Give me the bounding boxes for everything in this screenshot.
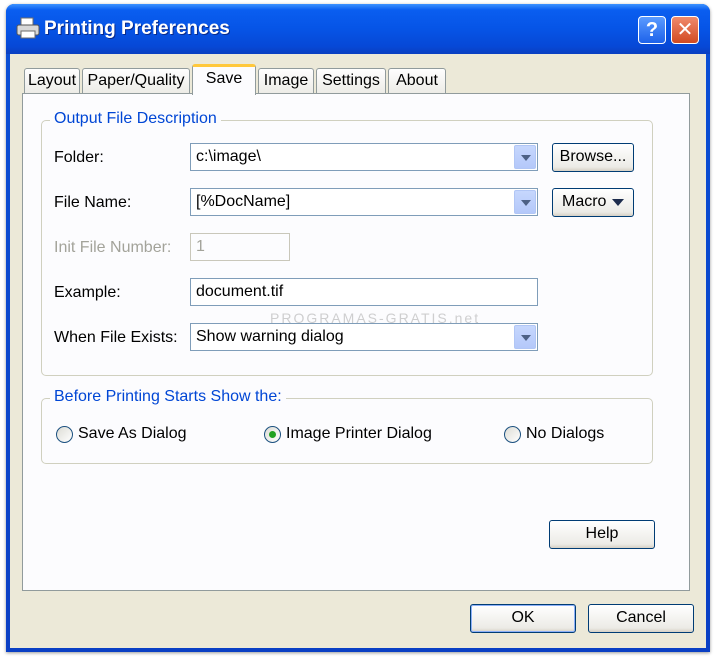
filename-value: [%DocName] <box>196 193 291 210</box>
init-file-number-input: 1 <box>190 233 290 261</box>
save-tab-panel: Output File Description Folder: c:\image… <box>22 93 690 591</box>
tab-save[interactable]: Save <box>192 64 256 95</box>
when-file-exists-select[interactable]: Show warning dialog <box>190 323 538 351</box>
output-file-group: Output File Description Folder: c:\image… <box>41 110 653 376</box>
chevron-down-icon[interactable] <box>514 325 536 349</box>
folder-value: c:\image\ <box>196 148 261 165</box>
help-title-button[interactable]: ? <box>638 16 666 44</box>
filename-combo[interactable]: [%DocName] <box>190 188 538 216</box>
example-field: document.tif <box>190 278 538 306</box>
watermark: PROGRAMAS-GRATIS.net <box>270 310 481 326</box>
close-title-button[interactable]: ✕ <box>671 16 699 44</box>
printer-icon <box>16 17 40 39</box>
cancel-button[interactable]: Cancel <box>588 604 694 633</box>
printing-preferences-dialog: Printing Preferences ? ✕ Layout Paper/Qu… <box>6 4 710 652</box>
image-printer-dialog-radio[interactable] <box>264 426 281 443</box>
image-printer-dialog-label[interactable]: Image Printer Dialog <box>286 425 432 443</box>
folder-combo[interactable]: c:\image\ <box>190 143 538 171</box>
dropdown-triangle-icon <box>612 199 624 206</box>
browse-button[interactable]: Browse... <box>552 143 634 172</box>
macro-label: Macro <box>562 193 607 210</box>
help-button[interactable]: Help <box>549 520 655 549</box>
ok-button[interactable]: OK <box>470 604 576 633</box>
no-dialogs-radio[interactable] <box>504 426 521 443</box>
before-printing-group: Before Printing Starts Show the: Save As… <box>41 388 653 464</box>
when-file-exists-label: When File Exists: <box>54 329 178 346</box>
folder-label: Folder: <box>54 149 104 166</box>
window-title: Printing Preferences <box>44 18 230 39</box>
output-file-legend: Output File Description <box>50 110 221 128</box>
tab-image[interactable]: Image <box>258 68 314 94</box>
tab-settings[interactable]: Settings <box>316 68 386 94</box>
tab-layout[interactable]: Layout <box>24 68 80 94</box>
chevron-down-icon[interactable] <box>514 145 536 169</box>
init-file-number-label: Init File Number: <box>54 239 172 256</box>
filename-label: File Name: <box>54 194 132 211</box>
tab-paper-quality[interactable]: Paper/Quality <box>82 68 190 94</box>
before-printing-legend: Before Printing Starts Show the: <box>50 388 286 406</box>
example-label: Example: <box>54 284 121 301</box>
save-as-dialog-label[interactable]: Save As Dialog <box>78 425 187 443</box>
chevron-down-icon[interactable] <box>514 190 536 214</box>
no-dialogs-label[interactable]: No Dialogs <box>526 425 604 443</box>
title-bar[interactable]: Printing Preferences ? ✕ <box>6 4 710 54</box>
macro-button[interactable]: Macro <box>552 188 634 217</box>
save-as-dialog-radio[interactable] <box>56 426 73 443</box>
dialog-client: Layout Paper/Quality Save Image Settings… <box>10 54 706 648</box>
when-file-exists-value: Show warning dialog <box>196 328 344 345</box>
tab-about[interactable]: About <box>388 68 446 94</box>
